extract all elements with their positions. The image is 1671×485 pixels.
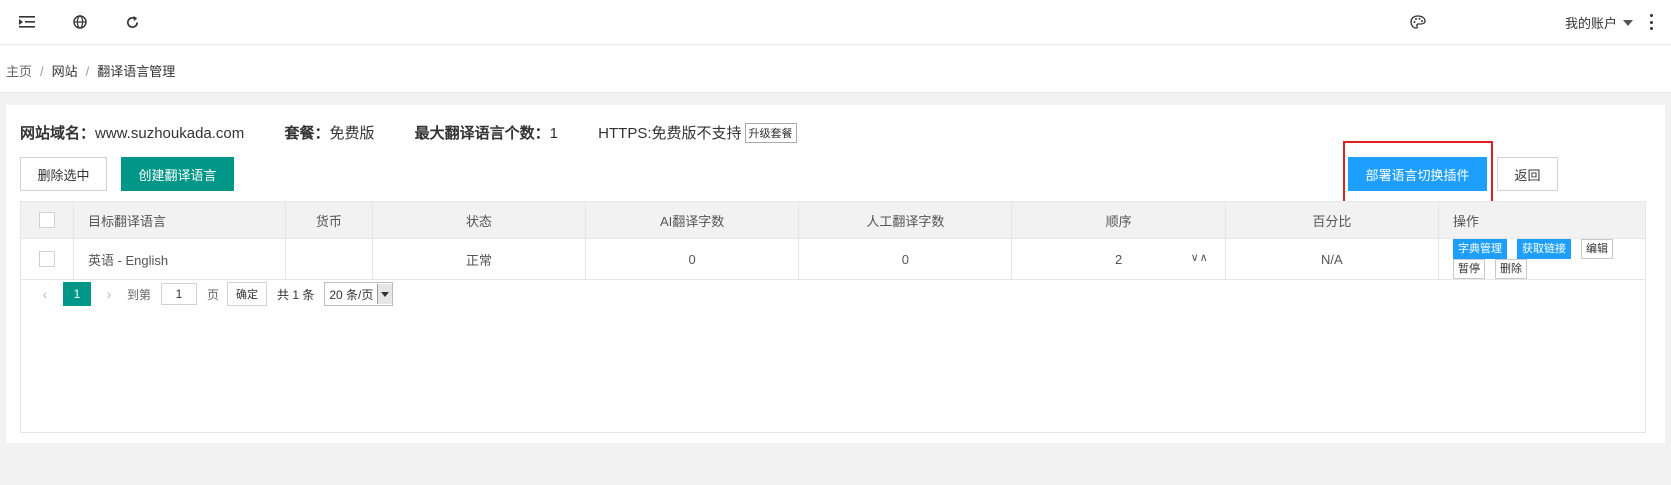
max-lang-value: 1 [549, 125, 558, 142]
header-percent: 百分比 [1225, 202, 1439, 239]
dictionary-button[interactable]: 字典管理 [1452, 239, 1507, 259]
account-label: 我的账户 [1564, 16, 1617, 31]
page-input[interactable]: 1 [161, 283, 198, 305]
goto-label: 到第 [127, 287, 152, 302]
domain-value: www.suzhoukada.com [95, 125, 245, 142]
header-ai-words: AI翻译字数 [585, 202, 800, 239]
header-currency: 货币 [285, 202, 373, 239]
delete-selected-button[interactable]: 删除选中 [20, 157, 107, 191]
breadcrumb-current: 翻译语言管理 [97, 64, 176, 79]
table-header-row: 目标翻译语言 货币 状态 AI翻译字数 人工翻译字数 顺序 百分比 操作 [21, 202, 1645, 239]
select-all-checkbox[interactable] [38, 212, 55, 229]
page-size-select[interactable]: 20 条/页 [324, 282, 394, 306]
delete-button[interactable]: 删除 [1494, 259, 1527, 279]
breadcrumb-site[interactable]: 网站 [52, 64, 78, 79]
confirm-page-button[interactable]: 确定 [227, 282, 268, 306]
pagination: ‹ 1 › 到第 1 页 确定 共 1 条 20 条/页 [35, 282, 394, 306]
site-info: 网站域名：www.suzhoukada.com 套餐：免费版 最大翻译语言个数：… [20, 122, 797, 143]
page-size-value: 20 条/页 [329, 287, 374, 302]
create-language-button[interactable]: 创建翻译语言 [121, 157, 234, 191]
plan-value: 免费版 [329, 125, 375, 142]
row-checkbox[interactable] [38, 251, 55, 268]
cell-actions: 字典管理 获取链接 编辑暂停 删除 [1438, 238, 1645, 280]
cell-status: 正常 [372, 238, 586, 280]
breadcrumb-bar: 主页 / 网站 / 翻译语言管理 [0, 45, 1671, 93]
main-card: 网站域名：www.suzhoukada.com 套餐：免费版 最大翻译语言个数：… [6, 105, 1665, 443]
row-select-cell[interactable] [21, 238, 74, 280]
get-link-button[interactable]: 获取链接 [1516, 239, 1571, 259]
breadcrumb: 主页 / 网站 / 翻译语言管理 [6, 61, 175, 80]
select-all-cell[interactable] [21, 202, 74, 239]
breadcrumb-separator: / [85, 64, 90, 79]
domain-label: 网站域名： [20, 125, 96, 142]
https-text: HTTPS:免费版不支持 [598, 125, 742, 142]
current-page[interactable]: 1 [63, 282, 91, 306]
edit-button[interactable]: 编辑 [1580, 239, 1613, 259]
page-suffix: 页 [207, 287, 220, 302]
menu-collapse-icon[interactable] [17, 12, 37, 32]
cell-order: 2 ∨∧ [1011, 238, 1226, 280]
chevron-down-icon [377, 284, 393, 304]
next-page-icon[interactable]: › [99, 286, 119, 302]
palette-icon[interactable] [1408, 12, 1428, 32]
refresh-icon[interactable] [122, 12, 142, 32]
more-menu-icon[interactable] [1649, 14, 1653, 30]
account-menu[interactable]: 我的账户 [1565, 13, 1633, 32]
plan-label: 套餐： [284, 125, 330, 142]
header-status: 状态 [372, 202, 586, 239]
header-human-words: 人工翻译字数 [798, 202, 1013, 239]
deploy-plugin-button[interactable]: 部署语言切换插件 [1348, 157, 1487, 191]
header-actions: 操作 [1438, 202, 1645, 239]
chevron-down-icon [1623, 19, 1633, 26]
table-row: 英语 - English 正常 0 0 2 ∨∧ N/A 字典管理 获取链接 编辑暂… [21, 238, 1645, 280]
order-value: 2 [1114, 251, 1123, 267]
pause-button[interactable]: 暂停 [1452, 259, 1485, 279]
breadcrumb-separator: / [40, 64, 44, 79]
header-order: 顺序 [1011, 202, 1226, 239]
cell-ai-words: 0 [585, 238, 800, 280]
upgrade-plan-button[interactable]: 升级套餐 [744, 123, 797, 143]
move-up-icon[interactable]: ∧ [1200, 252, 1209, 264]
language-table: 目标翻译语言 货币 状态 AI翻译字数 人工翻译字数 顺序 百分比 操作 英语 … [20, 201, 1646, 433]
breadcrumb-home[interactable]: 主页 [6, 64, 32, 79]
top-bar: 我的账户 [0, 0, 1671, 45]
cell-language: 英语 - English [73, 238, 287, 280]
cell-currency [285, 238, 373, 280]
move-down-icon[interactable]: ∨ [1191, 252, 1200, 264]
total-count: 共 1 条 [277, 287, 315, 302]
cell-percent: N/A [1225, 238, 1439, 280]
globe-icon[interactable] [70, 12, 90, 32]
header-language: 目标翻译语言 [73, 202, 287, 239]
max-lang-label: 最大翻译语言个数： [414, 125, 550, 142]
back-button[interactable]: 返回 [1497, 157, 1558, 191]
cell-human-words: 0 [798, 238, 1013, 280]
prev-page-icon[interactable]: ‹ [35, 286, 55, 302]
